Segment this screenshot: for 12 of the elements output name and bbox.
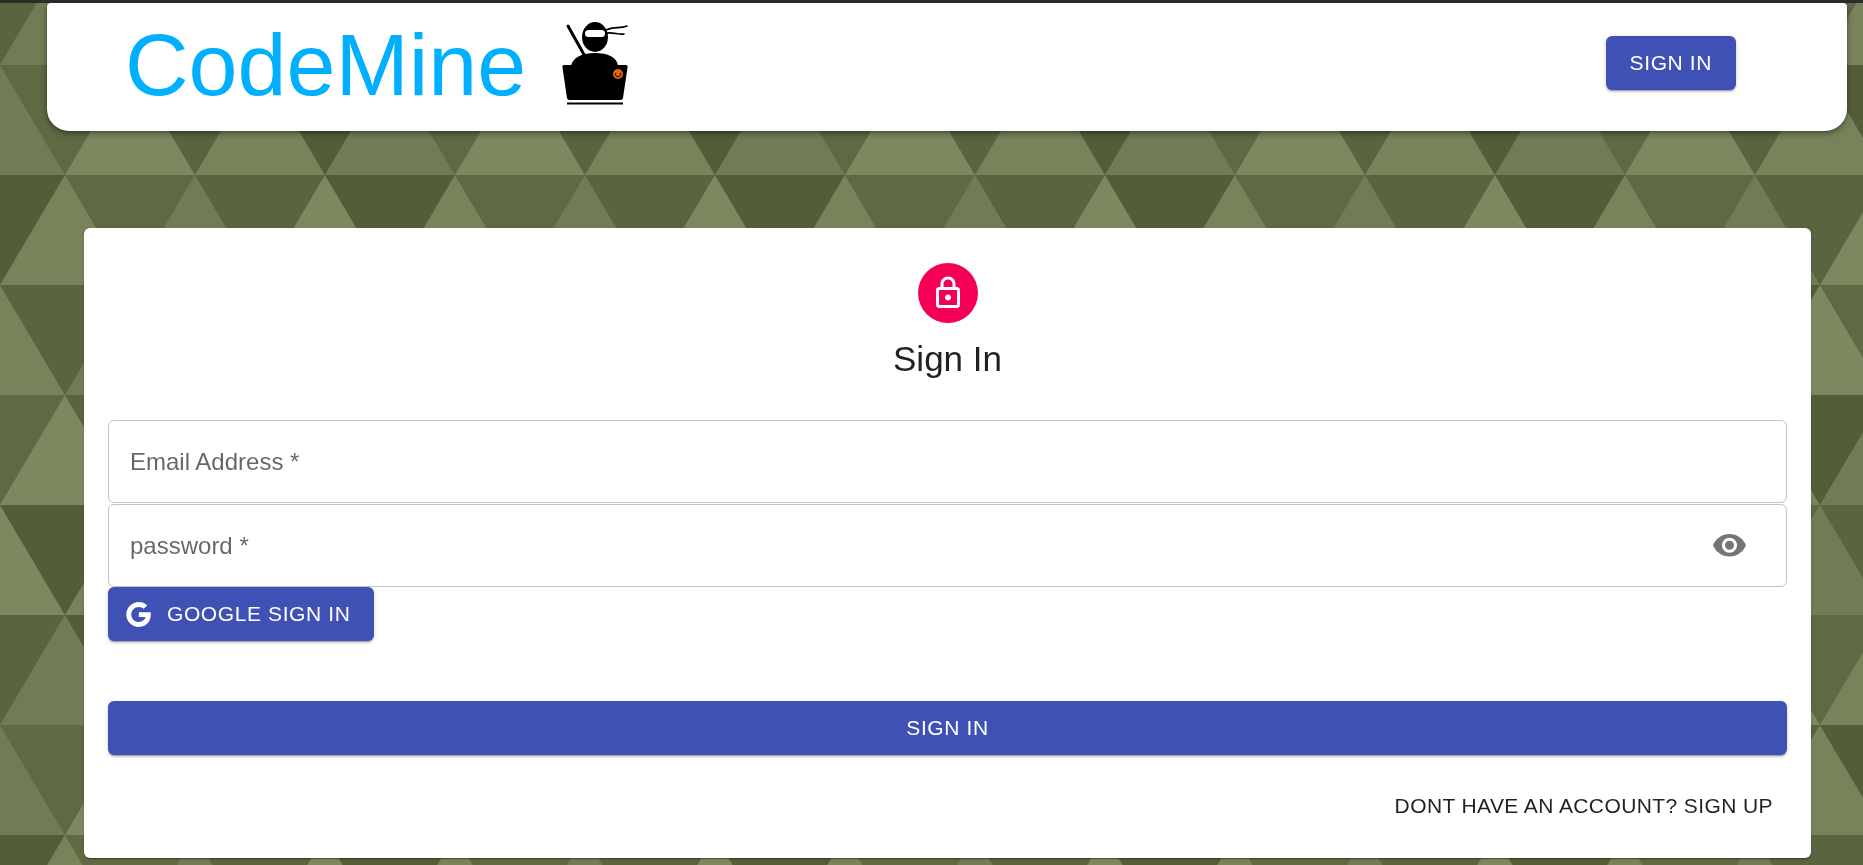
eye-icon[interactable] (1713, 534, 1746, 557)
google-sign-in-button[interactable]: GOOGLE SIGN IN (108, 587, 375, 641)
password-field[interactable]: password * (108, 504, 1787, 587)
lock-icon (917, 263, 978, 323)
sign-in-button[interactable]: SIGN IN (1605, 36, 1736, 90)
sign-up-link[interactable]: DONT HAVE AN ACCOUNT? SIGN UP (1394, 787, 1773, 824)
email-field[interactable]: Email Address * (108, 420, 1787, 503)
logo-text: CodeMine (125, 20, 527, 109)
google-g-icon (126, 601, 151, 627)
sign-in-heading: Sign In (893, 338, 1002, 380)
sign-in-button[interactable]: SIGN IN (108, 701, 1787, 755)
ninja-laptop-icon (560, 20, 629, 105)
